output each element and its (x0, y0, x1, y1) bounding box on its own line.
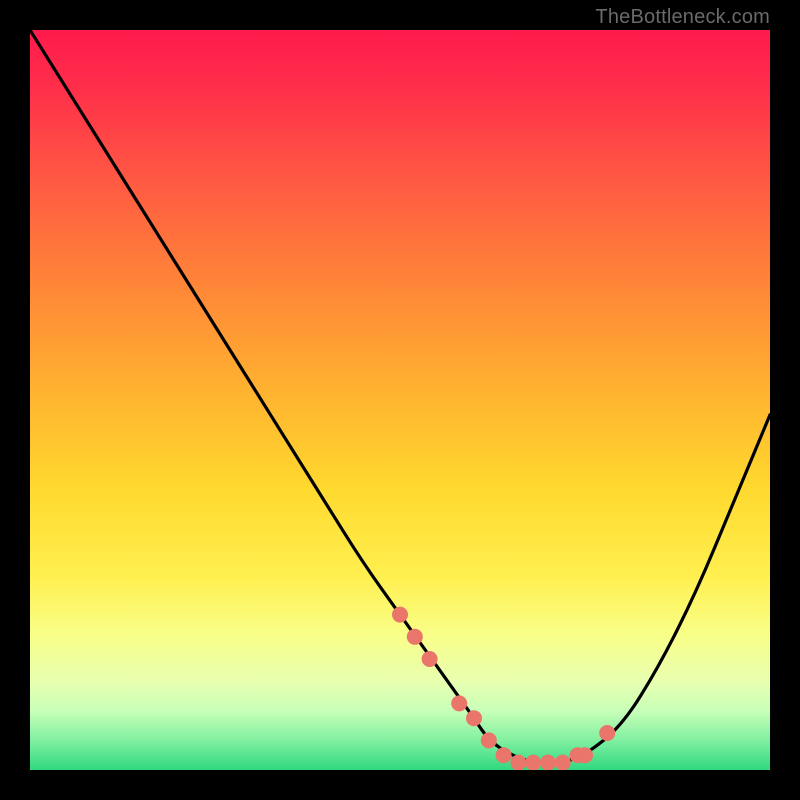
marker-dot (451, 695, 467, 711)
marker-dot (540, 755, 556, 770)
plot-area (30, 30, 770, 770)
marker-dot (510, 755, 526, 770)
marker-dot (407, 629, 423, 645)
curve-layer (30, 30, 770, 770)
highlight-markers (392, 607, 615, 770)
marker-dot (392, 607, 408, 623)
chart-frame: TheBottleneck.com (0, 0, 800, 800)
marker-dot (422, 651, 438, 667)
bottleneck-curve (30, 30, 770, 763)
marker-dot (577, 747, 593, 763)
marker-dot (481, 732, 497, 748)
marker-dot (466, 710, 482, 726)
marker-dot (496, 747, 512, 763)
watermark-text: TheBottleneck.com (595, 6, 770, 29)
marker-dot (599, 725, 615, 741)
marker-dot (555, 755, 571, 770)
marker-dot (525, 755, 541, 770)
